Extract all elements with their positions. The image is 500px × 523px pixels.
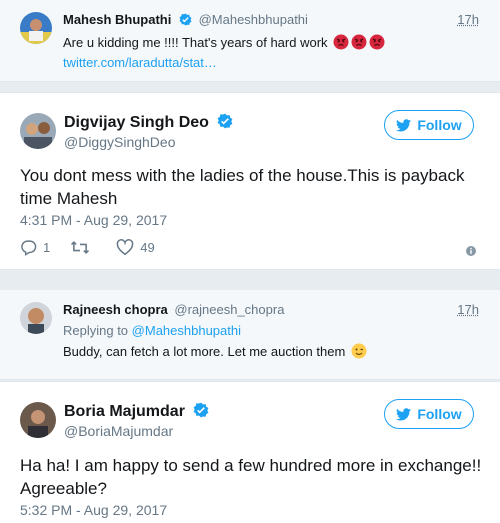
author-name[interactable]: Boria Majumdar [64, 403, 185, 420]
timestamp[interactable]: 5:32 PM - Aug 29, 2017 [20, 502, 167, 518]
tweet-text: You dont mess with the ladies of the hou… [20, 166, 465, 208]
author-handle[interactable]: @Maheshbhupathi [199, 12, 308, 27]
retweet-button[interactable] [70, 239, 96, 256]
retweet-icon [71, 241, 90, 254]
replying-to-handle[interactable]: @Maheshbhupathi [132, 323, 241, 338]
reply-count: 1 [43, 240, 51, 255]
verified-icon [217, 113, 233, 129]
reply-button[interactable]: 1 [20, 239, 50, 256]
author-name[interactable]: Digvijay Singh Deo [64, 114, 209, 131]
verified-icon [193, 402, 209, 418]
wink-emoji-icon [351, 343, 367, 359]
reply-icon [21, 240, 37, 256]
info-icon [466, 246, 476, 256]
tweet-boria[interactable]: Boria Majumdar @BoriaMajumdar Follow Ha … [0, 381, 500, 523]
tweet-actions: 1 49 [20, 239, 175, 256]
tweet-mahesh[interactable]: Mahesh Bhupathi @Maheshbhupathi 17h Are … [0, 0, 500, 82]
author-handle[interactable]: @DiggySinghDeo [64, 134, 176, 150]
tweet-digvijay[interactable]: Digvijay Singh Deo @DiggySinghDeo Follow… [0, 92, 500, 270]
timestamp[interactable]: 17h [457, 302, 479, 317]
info-button[interactable] [466, 243, 476, 261]
bird-icon [396, 118, 412, 131]
tweet-link[interactable]: twitter.com/laradutta/stat… [63, 55, 217, 70]
heart-icon [116, 239, 134, 256]
follow-label: Follow [417, 406, 462, 422]
author-handle[interactable]: @rajneesh_chopra [174, 302, 284, 317]
bird-icon [396, 407, 412, 420]
avatar[interactable] [20, 113, 56, 149]
avatar[interactable] [20, 12, 52, 44]
timestamp[interactable]: 17h [457, 12, 479, 27]
timestamp[interactable]: 4:31 PM - Aug 29, 2017 [20, 212, 167, 228]
author-name[interactable]: Mahesh Bhupathi [63, 12, 171, 27]
avatar[interactable] [20, 302, 52, 334]
avatar[interactable] [20, 402, 56, 438]
follow-button[interactable]: Follow [384, 110, 474, 140]
follow-label: Follow [417, 117, 462, 133]
replying-to-label: Replying to [63, 323, 129, 338]
tweet-rajneesh[interactable]: Rajneesh chopra @rajneesh_chopra 17h Rep… [0, 290, 500, 380]
tweet-text: Ha ha! I am happy to send a few hundred … [20, 456, 482, 498]
verified-icon [179, 13, 192, 26]
follow-button[interactable]: Follow [384, 399, 474, 429]
tweet-text: Are u kidding me !!!! That's years of ha… [63, 35, 328, 50]
angry-emoji-icon [331, 34, 385, 50]
tweet-text: Buddy, can fetch a lot more. Let me auct… [63, 344, 346, 359]
like-button[interactable]: 49 [116, 239, 155, 256]
like-count: 49 [140, 240, 155, 255]
tweet-thread: Mahesh Bhupathi @Maheshbhupathi 17h Are … [0, 0, 500, 523]
author-name[interactable]: Rajneesh chopra [63, 302, 168, 317]
author-handle[interactable]: @BoriaMajumdar [64, 423, 173, 439]
